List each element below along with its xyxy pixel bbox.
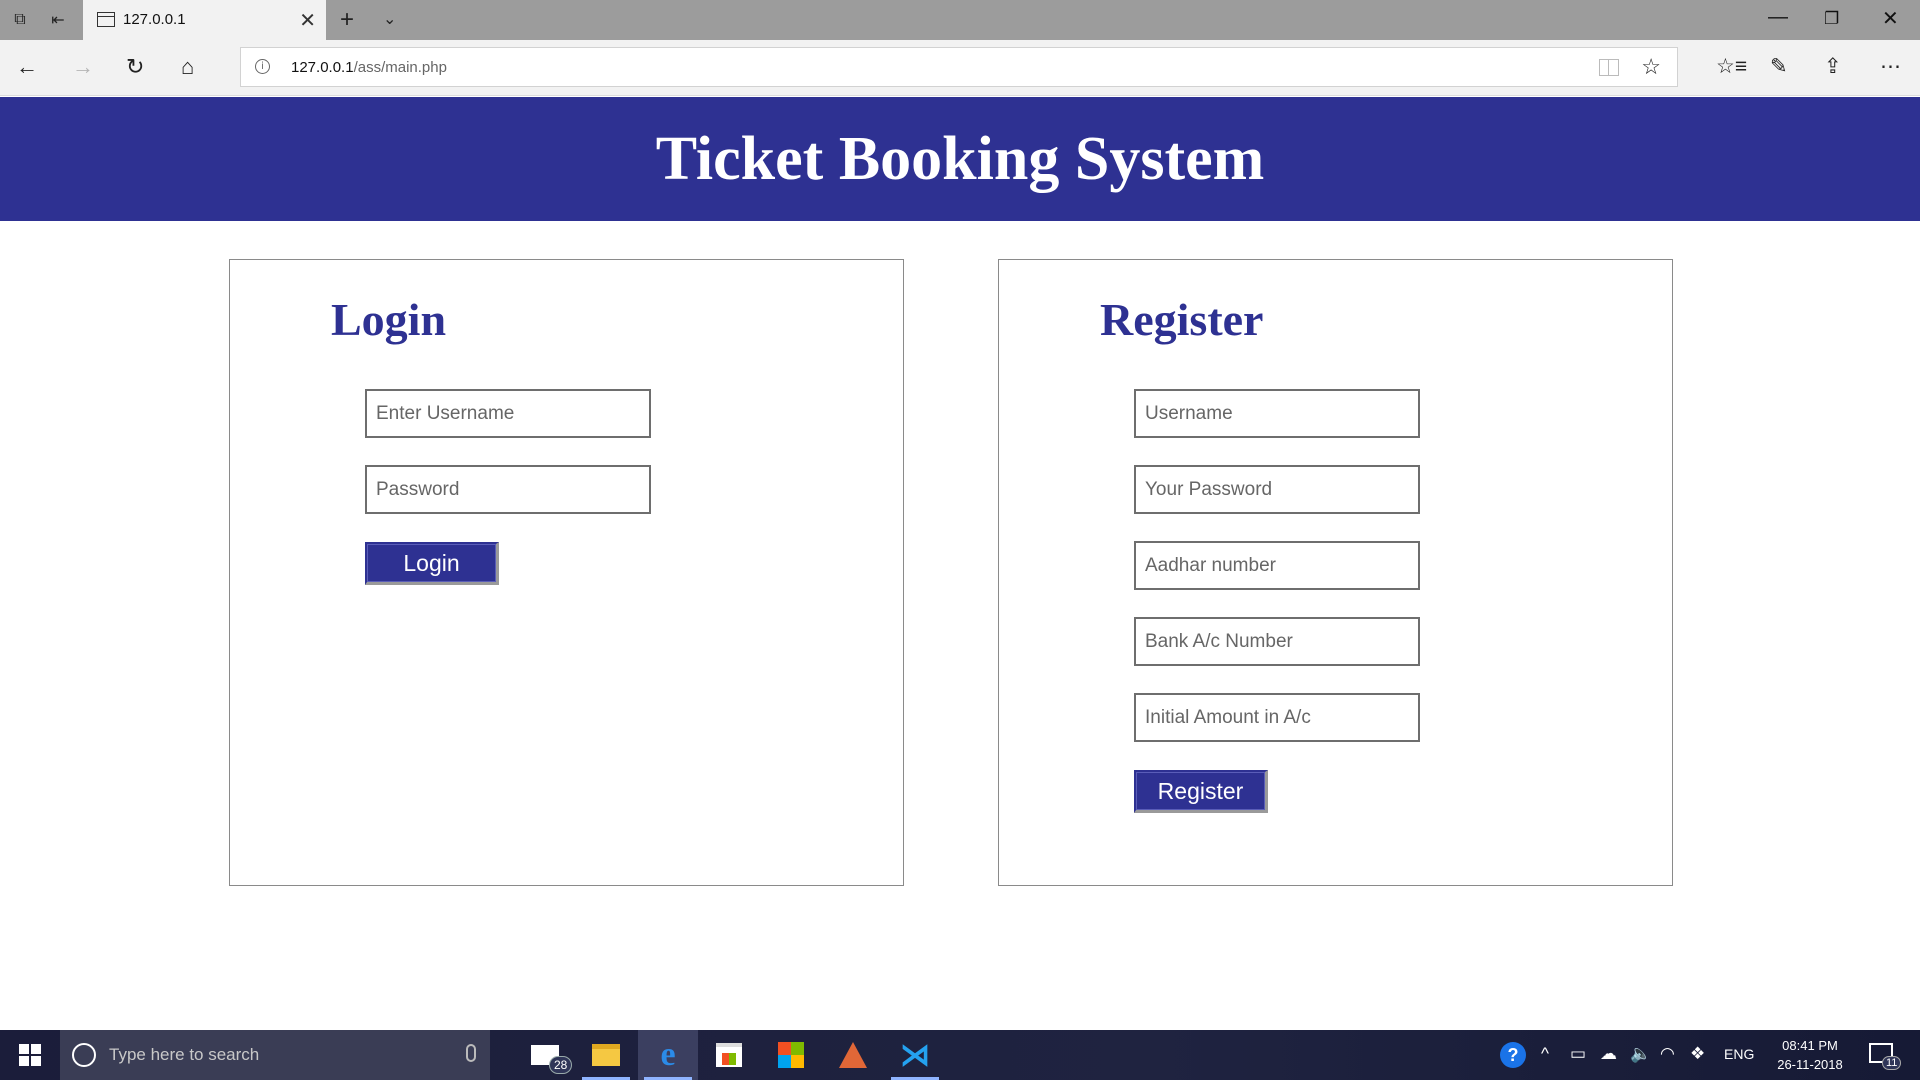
- mail-icon[interactable]: 28: [515, 1030, 575, 1080]
- address-bar[interactable]: i 127.0.0.1/ass/main.php ☆: [240, 47, 1678, 87]
- home-icon[interactable]: ⌂: [181, 54, 194, 80]
- close-window-icon[interactable]: ✕: [1882, 6, 1899, 31]
- edge-icon[interactable]: e: [638, 1030, 698, 1080]
- taskbar-search[interactable]: Type here to search: [60, 1030, 490, 1080]
- taskbar: Type here to search 28 e ⋊ ? ^ ▭ ☁ 🔈 ◠ ❖…: [0, 1030, 1920, 1080]
- clock[interactable]: 08:41 PM 26-11-2018: [1769, 1036, 1851, 1074]
- new-tab-icon[interactable]: +: [340, 6, 354, 34]
- favorite-star-icon[interactable]: ☆: [1641, 54, 1661, 80]
- notification-badge: 11: [1882, 1056, 1902, 1070]
- browser-tab[interactable]: 127.0.0.1 ✕: [83, 0, 326, 40]
- volume-icon[interactable]: 🔈: [1630, 1044, 1651, 1064]
- share-icon[interactable]: ⇪: [1824, 54, 1842, 79]
- forward-icon[interactable]: →: [72, 54, 94, 80]
- file-explorer-icon[interactable]: [576, 1030, 636, 1080]
- more-menu-icon[interactable]: ⋯: [1880, 54, 1901, 79]
- page-icon: [97, 12, 115, 27]
- clock-time: 08:41 PM: [1782, 1038, 1838, 1053]
- dropbox-icon[interactable]: ❖: [1690, 1044, 1705, 1064]
- register-button[interactable]: Register: [1134, 770, 1268, 813]
- vscode-icon[interactable]: ⋊: [885, 1030, 945, 1080]
- register-heading: Register: [1100, 294, 1264, 345]
- site-header: Ticket Booking System: [0, 97, 1920, 221]
- mail-badge: 28: [549, 1056, 573, 1074]
- onedrive-icon[interactable]: ☁: [1600, 1044, 1617, 1064]
- close-tab-icon[interactable]: ✕: [299, 8, 316, 33]
- restore-icon[interactable]: ❐: [1824, 9, 1839, 29]
- register-panel: Register Register: [998, 259, 1673, 886]
- register-password-input[interactable]: [1134, 465, 1420, 514]
- tab-manager-icon[interactable]: ⧉: [10, 10, 30, 30]
- url-text[interactable]: 127.0.0.1/ass/main.php: [291, 59, 447, 76]
- chevron-up-icon[interactable]: ^: [1541, 1044, 1549, 1064]
- page-title: Ticket Booking System: [655, 124, 1265, 193]
- address-toolbar: ← → ↻ ⌂ i 127.0.0.1/ass/main.php ☆ ☆≡ ✎ …: [0, 40, 1920, 96]
- set-aside-tabs-icon[interactable]: ⇤: [48, 10, 68, 30]
- login-username-input[interactable]: [365, 389, 651, 438]
- cortana-icon[interactable]: [72, 1043, 96, 1067]
- search-placeholder: Type here to search: [109, 1045, 260, 1064]
- clock-date: 26-11-2018: [1777, 1057, 1843, 1072]
- bank-account-input[interactable]: [1134, 617, 1420, 666]
- reading-view-icon[interactable]: [1599, 59, 1619, 76]
- refresh-icon[interactable]: ↻: [126, 54, 144, 80]
- aadhar-number-input[interactable]: [1134, 541, 1420, 590]
- login-button[interactable]: Login: [365, 542, 499, 585]
- login-password-input[interactable]: [365, 465, 651, 514]
- site-info-icon[interactable]: i: [255, 59, 270, 74]
- browser-tab-bar: ⧉ ⇤ 127.0.0.1 ✕ + ⌄ — ❐ ✕: [0, 0, 1920, 40]
- initial-amount-input[interactable]: [1134, 693, 1420, 742]
- store-icon[interactable]: [699, 1030, 759, 1080]
- battery-icon[interactable]: ▭: [1570, 1044, 1586, 1064]
- pen-icon[interactable]: ✎: [1770, 54, 1788, 79]
- tab-title: 127.0.0.1: [123, 11, 186, 28]
- back-icon[interactable]: ←: [16, 54, 38, 80]
- minimize-icon[interactable]: —: [1768, 6, 1788, 29]
- matlab-icon[interactable]: [823, 1030, 883, 1080]
- chevron-down-icon[interactable]: ⌄: [383, 9, 396, 29]
- start-button[interactable]: [0, 1030, 60, 1080]
- microphone-icon[interactable]: [466, 1044, 476, 1062]
- wifi-icon[interactable]: ◠: [1660, 1044, 1675, 1064]
- help-icon[interactable]: ?: [1500, 1042, 1526, 1068]
- login-panel: Login Login: [229, 259, 904, 886]
- language-indicator[interactable]: ENG: [1724, 1046, 1754, 1062]
- register-username-input[interactable]: [1134, 389, 1420, 438]
- favorites-list-icon[interactable]: ☆≡: [1716, 54, 1747, 79]
- office-icon[interactable]: [761, 1030, 821, 1080]
- login-heading: Login: [331, 294, 447, 345]
- windows-logo-icon: [19, 1044, 41, 1066]
